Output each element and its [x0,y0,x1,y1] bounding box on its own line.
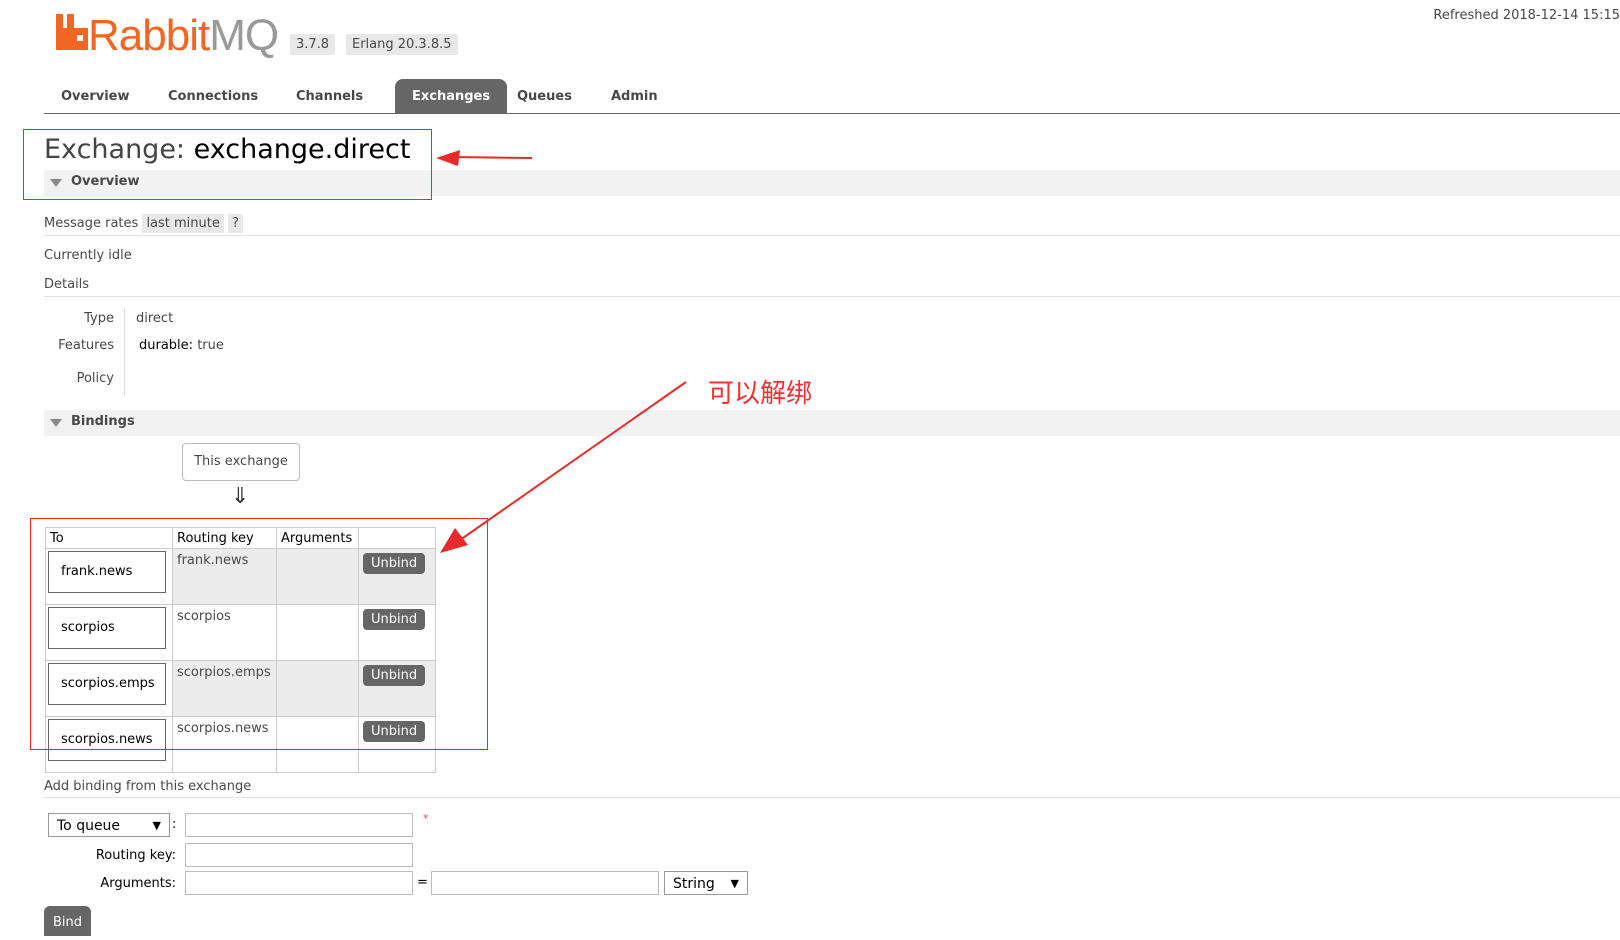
annotation-arrow-icon [436,150,533,166]
annotation-arrow-icon [440,381,687,553]
annotation-arrows [436,150,687,553]
